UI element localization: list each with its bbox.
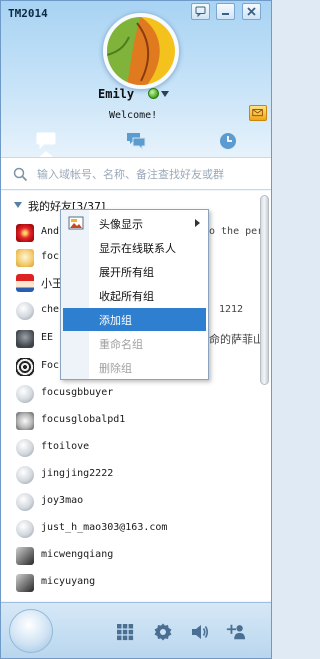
menu-item-rename-group: 重命名组 (63, 332, 206, 355)
signature-text[interactable]: Welcome! (109, 110, 157, 121)
contact-avatar (16, 274, 34, 292)
add-user-icon[interactable] (226, 622, 246, 642)
menu-item-label: 显示在线联系人 (99, 242, 176, 255)
bottom-toolbar (1, 602, 271, 658)
contact-name: joy3mao (41, 495, 84, 506)
tab-groups[interactable] (106, 127, 166, 155)
main-menu-orb[interactable] (9, 609, 53, 653)
contact-name: focusgbbuyer (41, 387, 114, 398)
contact-avatar (16, 412, 34, 430)
username[interactable]: Emily (98, 87, 134, 101)
contact-avatar (16, 224, 34, 242)
submenu-arrow-icon (195, 219, 200, 227)
contact-name: jingjing2222 (41, 468, 114, 479)
contact-name: micyuyang (41, 576, 96, 587)
volume-icon[interactable] (190, 622, 210, 642)
menu-item-delete-group: 删除组 (63, 356, 206, 379)
contact-avatar (16, 249, 34, 267)
main-window: TM2014 Emily Welcome! 输入域帐号、名称、备注查找好友或群 … (0, 0, 272, 659)
search-input[interactable] (37, 165, 267, 183)
menu-item-expand-all[interactable]: 展开所有组 (63, 260, 206, 283)
contact-avatar (16, 385, 34, 403)
settings-gear-icon[interactable] (153, 622, 173, 642)
apps-grid-icon[interactable] (115, 622, 135, 642)
menu-item-label: 添加组 (99, 314, 132, 327)
minimize-icon (222, 13, 229, 15)
contact-name: focusglobalpd1 (41, 414, 126, 425)
contact-avatar (16, 358, 34, 376)
contact-name: just_h_mao303@163.com (41, 522, 168, 533)
contact-avatar (16, 439, 34, 457)
mail-icon[interactable] (249, 105, 267, 121)
contact-name: Foc (41, 360, 60, 371)
list-item[interactable]: ftoilove (1, 436, 259, 460)
contact-avatar (16, 547, 34, 565)
close-icon (247, 7, 256, 16)
feedback-button[interactable] (191, 3, 210, 20)
contact-name: che (41, 304, 60, 315)
list-item[interactable]: focusgbbuyer (1, 382, 259, 406)
clock-icon (220, 133, 236, 149)
menu-item-label: 重命名组 (99, 338, 143, 351)
context-menu: 头像显示 显示在线联系人 展开所有组 收起所有组 添加组 重命名组 删除组 (60, 209, 209, 380)
list-item[interactable]: joy3mao (1, 490, 259, 514)
tab-recent[interactable] (198, 127, 258, 155)
close-button[interactable] (242, 3, 261, 20)
speech-bubble-icon (195, 6, 206, 17)
group-chat-icon (127, 133, 146, 151)
online-status-icon[interactable] (148, 88, 159, 99)
leaf-photo-icon (107, 17, 175, 85)
menu-item-label: 删除组 (99, 362, 132, 375)
contact-name: ftoilove (41, 441, 90, 452)
list-item[interactable]: micwengqiang (1, 544, 259, 568)
list-item[interactable]: focusglobalpd1 (1, 409, 259, 433)
status-dropdown-icon[interactable] (161, 91, 169, 97)
menu-item-label: 头像显示 (99, 218, 143, 231)
contact-avatar (16, 466, 34, 484)
app-title: TM2014 (8, 7, 48, 20)
menu-item-label: 展开所有组 (99, 266, 154, 279)
menu-item-avatar-display[interactable]: 头像显示 (63, 212, 206, 235)
contact-avatar (16, 330, 34, 348)
menu-item-collapse-all[interactable]: 收起所有组 (63, 284, 206, 307)
envelope-icon (252, 109, 263, 117)
contact-name: micwengqiang (41, 549, 114, 560)
menu-item-add-group[interactable]: 添加组 (63, 308, 206, 331)
menu-item-label: 收起所有组 (99, 290, 154, 303)
list-item[interactable]: micyuyang (1, 571, 259, 595)
contact-name: foc (41, 251, 60, 262)
chat-bubble-icon (36, 132, 56, 150)
search-bar (1, 157, 271, 190)
contact-avatar (16, 493, 34, 511)
list-scrollbar[interactable] (260, 195, 269, 385)
contact-avatar (16, 520, 34, 538)
search-icon[interactable] (13, 167, 28, 182)
contact-avatar (16, 302, 34, 320)
chevron-down-icon[interactable] (14, 202, 22, 208)
picture-icon (68, 216, 84, 230)
menu-item-show-online[interactable]: 显示在线联系人 (63, 236, 206, 259)
list-item[interactable]: jingjing2222 (1, 463, 259, 487)
contact-name: And (41, 226, 60, 237)
minimize-button[interactable] (216, 3, 235, 20)
contact-avatar (16, 574, 34, 592)
profile-avatar[interactable] (107, 17, 175, 85)
contact-name: EE (41, 332, 54, 343)
list-item[interactable]: just_h_mao303@163.com (1, 517, 259, 541)
